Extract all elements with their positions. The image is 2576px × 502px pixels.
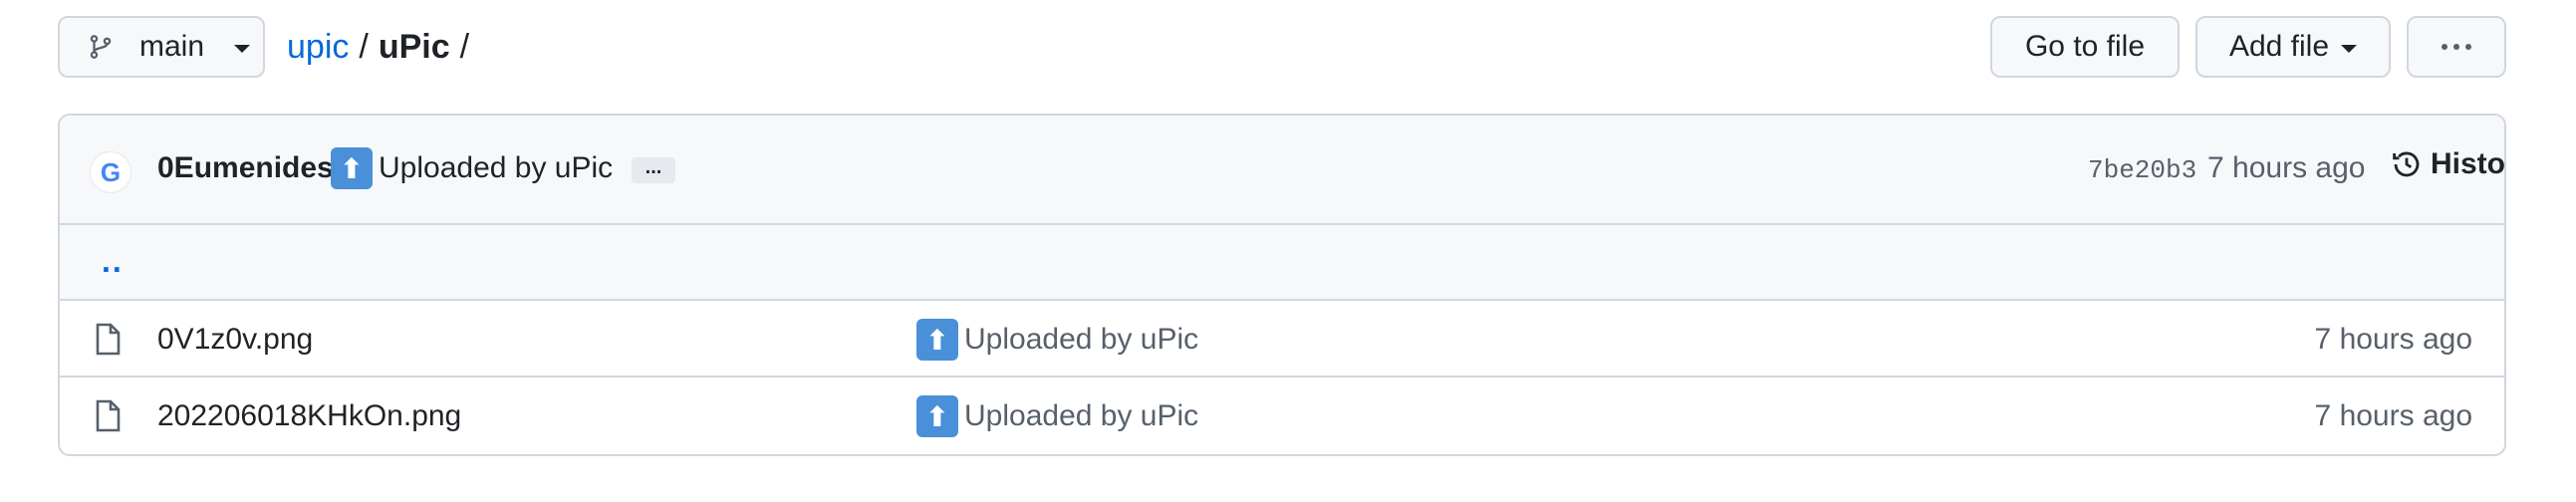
breadcrumb-repo-link[interactable]: upic	[287, 26, 349, 68]
file-name-link[interactable]: 202206018KHkOn.png	[157, 399, 461, 433]
parent-directory-link[interactable]: ..	[102, 243, 124, 280]
branch-name: main	[139, 30, 205, 63]
parent-directory-row[interactable]: ..	[60, 225, 2504, 301]
add-file-button[interactable]: Add file	[2195, 16, 2391, 78]
avatar-letter: G	[100, 156, 122, 187]
more-options-button[interactable]	[2407, 16, 2506, 78]
file-commit-message-text: Uploaded by uPic	[964, 323, 1199, 356]
go-to-file-button[interactable]: Go to file	[1990, 16, 2180, 78]
kebab-icon	[2442, 44, 2471, 50]
caret-down-icon	[234, 45, 251, 53]
caret-down-icon	[2341, 45, 2358, 53]
table-row[interactable]: 202206018KHkOn.png ⬆ Uploaded by uPic 7 …	[60, 377, 2504, 454]
upload-emoji: ⬆	[916, 319, 958, 361]
file-commit-message[interactable]: ⬆ Uploaded by uPic	[916, 319, 1198, 361]
latest-commit-row: G 0Eumenides ⬆ Uploaded by uPic ... 7be2…	[60, 116, 2504, 225]
commit-time: 7 hours ago	[2207, 151, 2366, 184]
branch-select-button[interactable]: main	[58, 16, 265, 78]
google-avatar[interactable]: G	[90, 151, 131, 193]
breadcrumb-separator: /	[359, 28, 369, 66]
file-commit-time: 7 hours ago	[2314, 323, 2472, 356]
commit-message[interactable]: ⬆ Uploaded by uPic	[331, 147, 613, 189]
table-row[interactable]: 0V1z0v.png ⬆ Uploaded by uPic 7 hours ag…	[60, 301, 2504, 377]
upload-emoji: ⬆	[916, 395, 958, 437]
history-icon	[2393, 151, 2420, 177]
add-file-label: Add file	[2228, 30, 2330, 63]
upload-emoji: ⬆	[331, 147, 373, 189]
file-icon	[96, 323, 121, 356]
history-label: History	[2431, 147, 2505, 180]
go-to-file-label: Go to file	[2024, 30, 2146, 63]
branch-icon	[90, 35, 112, 59]
file-commit-message-text: Uploaded by uPic	[964, 399, 1199, 432]
expand-commit-button[interactable]: ...	[632, 157, 675, 183]
file-name-link[interactable]: 0V1z0v.png	[157, 323, 313, 357]
file-icon	[96, 399, 121, 432]
breadcrumb: upic / uPic /	[287, 26, 479, 68]
file-commit-message[interactable]: ⬆ Uploaded by uPic	[916, 395, 1198, 437]
file-table: G 0Eumenides ⬆ Uploaded by uPic ... 7be2…	[58, 114, 2506, 456]
breadcrumb-separator: /	[459, 28, 470, 66]
history-link[interactable]: History	[2391, 147, 2505, 181]
commit-author[interactable]: 0Eumenides	[157, 151, 334, 185]
commit-sha[interactable]: 7be20b3	[2088, 155, 2196, 185]
file-toolbar: main upic / uPic / Go to file Add file	[58, 16, 2506, 82]
file-commit-time: 7 hours ago	[2314, 399, 2472, 432]
breadcrumb-current-folder: uPic	[378, 28, 450, 66]
commit-message-text: Uploaded by uPic	[379, 151, 614, 184]
